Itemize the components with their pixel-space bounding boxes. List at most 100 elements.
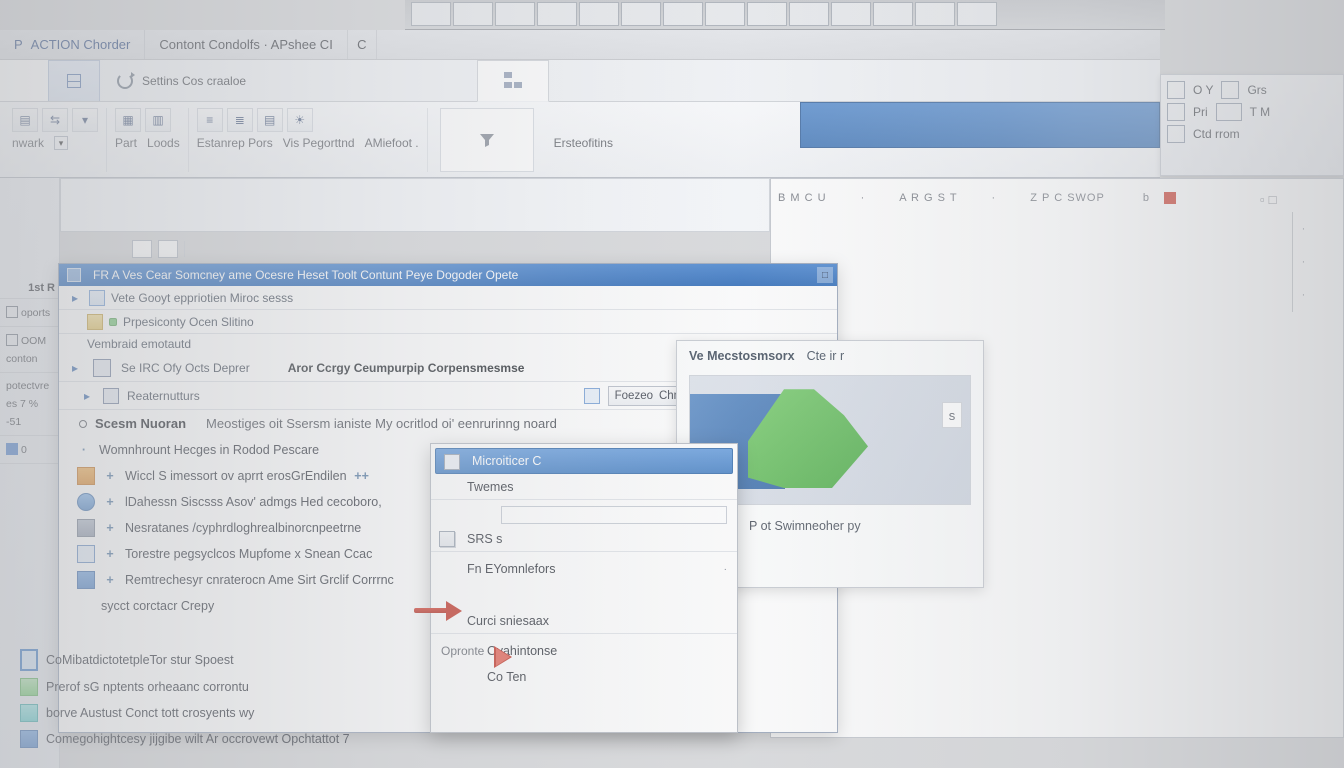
nav-item[interactable]: oports xyxy=(2,303,57,322)
breadcrumb-row-1: ▸ Vete Gooyt eppriotien Miroc sesss xyxy=(59,286,837,310)
bg-thumb xyxy=(621,2,661,26)
nav-item[interactable]: 0 xyxy=(2,440,57,459)
toolbar-text[interactable]: Aror Ccrgy Ceumpurpip Corpensmesmse xyxy=(288,361,525,375)
expand-icon[interactable]: ▸ xyxy=(67,291,83,305)
nav-item[interactable]: es 7 % xyxy=(2,395,57,413)
ruler-marker-icon[interactable] xyxy=(1164,192,1176,204)
nav-item[interactable]: -51 xyxy=(2,413,57,431)
plus-icon[interactable] xyxy=(103,469,117,483)
cyan-icon xyxy=(20,704,38,722)
bg-thumb xyxy=(831,2,871,26)
app-tab-actions[interactable]: P ACTION Chorder xyxy=(0,30,145,59)
ribbon-button[interactable]: ▾ xyxy=(72,108,98,132)
menu-item[interactable]: SRS s xyxy=(431,526,737,552)
tool-icon[interactable]: ▫ xyxy=(1260,192,1265,207)
plus-icon[interactable]: + xyxy=(103,573,117,587)
menu-input[interactable] xyxy=(431,504,737,526)
ribbon-button[interactable]: ☀ xyxy=(287,108,313,132)
expand-icon[interactable]: ▸ xyxy=(67,361,83,375)
ribbon-button-insert-table[interactable]: ▦ xyxy=(115,108,141,132)
palette-icon[interactable] xyxy=(1216,103,1242,121)
page-icon xyxy=(77,545,95,563)
expand-icon[interactable]: ▸ xyxy=(79,389,95,403)
mini-tool[interactable] xyxy=(158,240,178,258)
app-tab-label: P xyxy=(14,37,23,52)
menu-item[interactable]: Twemes xyxy=(431,474,737,500)
ribbon-button[interactable]: ▤ xyxy=(12,108,38,132)
menu-item[interactable]: Co Ten xyxy=(431,664,737,690)
list-item[interactable]: borve Austust Conct tott crosyents wy xyxy=(20,700,440,726)
square-icon xyxy=(6,443,18,455)
nav-item[interactable]: potectvre xyxy=(2,377,57,395)
ribbon-group-extra: Ersteofitins xyxy=(546,108,621,172)
section-title: Scesm Nuoran xyxy=(95,416,186,431)
document-icon xyxy=(89,290,105,306)
bg-thumb xyxy=(579,2,619,26)
nav-item[interactable]: conton xyxy=(2,350,57,368)
list-item-label: Wiccl S imessort ov aprrt erosGrEndilen xyxy=(125,469,347,483)
vertical-ruler: ··· xyxy=(1292,212,1314,312)
text-input[interactable] xyxy=(501,506,727,524)
status-dot-icon xyxy=(109,318,117,326)
bg-thumb xyxy=(873,2,913,26)
ribbon-gallery[interactable] xyxy=(440,108,534,172)
bg-thumb xyxy=(705,2,745,26)
nav-item[interactable]: OOM xyxy=(2,331,57,350)
plus-icon[interactable]: + xyxy=(355,469,369,483)
close-button[interactable]: □ xyxy=(817,267,833,283)
overflow-list: CoMibatdictotetpleTor stur Spoest Prerof… xyxy=(20,646,440,752)
breadcrumb-text[interactable]: Vembraid emotautd xyxy=(87,337,191,351)
shield-icon xyxy=(77,571,95,589)
refresh-icon xyxy=(116,72,134,90)
tab-settings[interactable]: Settins Cos craaloe xyxy=(100,60,262,101)
app-tab-bar: P ACTION Chorder Contont Condolfs · APsh… xyxy=(0,30,1160,60)
hierarchy-icon xyxy=(502,70,524,92)
breadcrumb-text[interactable]: Prpesiconty Ocen Slitino xyxy=(123,315,254,329)
mini-tool[interactable] xyxy=(132,240,152,258)
plus-icon[interactable]: + xyxy=(103,521,117,535)
plus-icon[interactable]: · xyxy=(77,443,91,457)
preview-subtitle: Cte ir r xyxy=(807,349,845,363)
toolbar-text[interactable]: Se IRC Ofy Octs Deprer xyxy=(121,361,250,375)
menu-item-label: Fn EYomnlefors xyxy=(467,562,555,576)
plus-icon[interactable]: + xyxy=(103,547,117,561)
tab-file[interactable] xyxy=(0,60,48,101)
tab-label: Settins Cos craaloe xyxy=(142,74,246,88)
palette-icon[interactable] xyxy=(1167,81,1185,99)
menu-item[interactable]: Fn EYomnlefors · xyxy=(431,556,737,582)
ribbon-group-nav: ▤ ⇆ ▾ nwark ▾ xyxy=(4,108,107,172)
palette-icon[interactable] xyxy=(1167,103,1185,121)
tool-icon[interactable]: □ xyxy=(1269,192,1277,207)
menu-item-selected[interactable]: Microiticer C xyxy=(435,448,733,474)
app-tab-content[interactable]: Contont Condolfs · APshee CI xyxy=(145,30,347,59)
dropdown-icon[interactable]: ▾ xyxy=(54,136,68,150)
plus-icon[interactable]: + xyxy=(103,495,117,509)
list-item-label: Womnhrount Hecges in Rodod Pescare xyxy=(99,443,319,457)
palette-label: Pri xyxy=(1193,105,1208,119)
tab-detached[interactable] xyxy=(477,60,549,102)
palette-icon[interactable] xyxy=(1221,81,1239,99)
list-item[interactable]: Comegohightcesy jijgibe wilt Ar occrovew… xyxy=(20,726,440,752)
breadcrumb-text[interactable]: Vete Gooyt eppriotien Miroc sesss xyxy=(111,291,293,305)
palette-icon[interactable] xyxy=(1167,125,1185,143)
ribbon-button[interactable]: ≡ xyxy=(197,108,223,132)
ribbon-button-columns[interactable]: ▥ xyxy=(145,108,171,132)
menu-item[interactable]: Opronte Oyahintonse xyxy=(431,638,737,664)
app-tab-small[interactable]: C xyxy=(348,30,377,59)
ribbon-button[interactable]: ≣ xyxy=(227,108,253,132)
mini-toolbar xyxy=(132,236,732,262)
window-titlebar[interactable]: FR A Ves Cear Somcney ame Ocesre Heset T… xyxy=(59,264,837,286)
tab-home-active[interactable] xyxy=(48,60,100,101)
app-tab-label: ACTION Chorder xyxy=(31,37,131,52)
list-item-label: Comegohightcesy jijgibe wilt Ar occrovew… xyxy=(46,732,350,746)
chevron-right-icon: · xyxy=(724,564,727,575)
list-item[interactable]: CoMibatdictotetpleTor stur Spoest xyxy=(20,646,440,674)
window-icon xyxy=(67,268,81,282)
ribbon-tabs: Settins Cos craaloe xyxy=(0,60,1160,102)
ribbon-button[interactable]: ⇆ xyxy=(42,108,68,132)
ribbon-label: AMiefoot . xyxy=(365,136,419,150)
menu-item[interactable]: Curci sniesaax xyxy=(431,608,737,634)
list-item[interactable]: Prerof sG nptents orheaanc corrontu xyxy=(20,674,440,700)
ribbon-button[interactable]: ▤ xyxy=(257,108,283,132)
list-item-label: Torestre pegsyclcos Mupfome x Snean Ccac xyxy=(125,547,372,561)
